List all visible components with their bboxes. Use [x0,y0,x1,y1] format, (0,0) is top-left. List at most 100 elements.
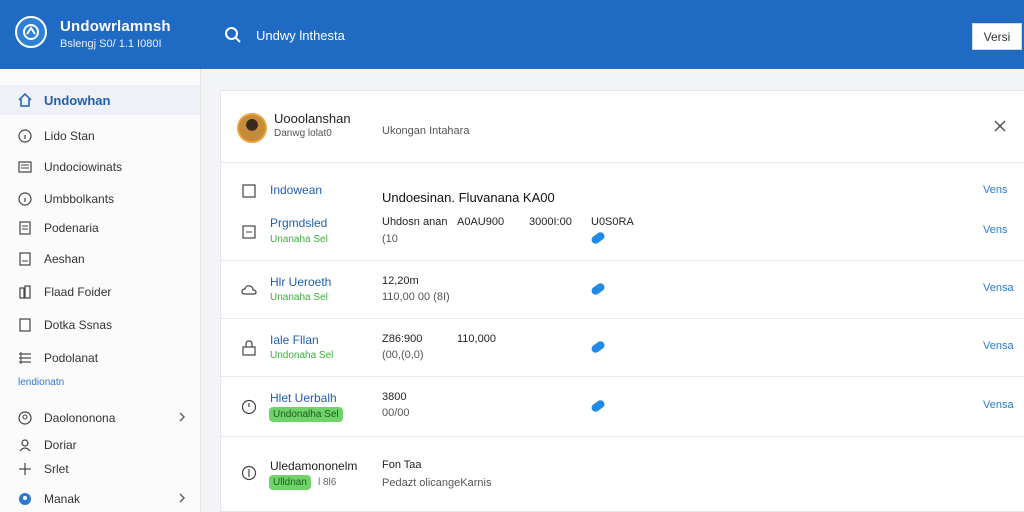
row-name[interactable]: Iale Fllan [270,333,319,347]
chevron-right-icon[interactable] [178,492,186,504]
sidebar-item-label: Flaad Foider [44,285,112,299]
info-icon [18,129,32,143]
table-row[interactable]: Prgmdsled Unanaha Sel Uhdosn anan A0AU90… [221,208,1024,261]
avatar[interactable] [237,113,267,143]
lock-icon [242,340,256,356]
view-link[interactable]: Vensa [983,399,1014,411]
row-tag: Unanaha Sel [270,234,328,245]
status-dot-icon [589,230,607,246]
list-header-row: Indowean Undoesinan. Fluvanana KA00 Vens [221,164,1024,208]
grid-icon [19,352,31,364]
row-subvalue: Pedazt olicangeKarnis [382,477,492,489]
row-name[interactable]: Hlet Uerbalh [270,391,337,405]
app-subtitle: Bslengj S0/ 1.1 I080I [60,38,162,50]
sidebar-item-5[interactable]: Aeshan [0,244,200,274]
row-tag: Undonalha Sel [269,407,343,422]
row-subvalue: 00/00 [382,407,410,419]
table-row[interactable]: Iale Fllan Undonaha Sel Z86:900 110,000 … [221,319,1024,377]
people-icon [18,411,32,425]
document-icon [19,221,31,235]
move-icon [19,463,31,475]
chevron-right-icon[interactable] [178,411,186,423]
row-subvalue: (00,(0,0) [382,349,424,361]
sidebar-section-label: lendionatn [18,377,65,388]
sidebar-item-label: Daolononona [44,411,116,425]
row-value: Uhdosn anan [382,216,448,228]
row-value: U0S0RA [591,216,634,228]
row-name[interactable]: Prgmdsled [270,216,327,230]
sidebar-item-2[interactable]: Undociowinats [0,152,200,182]
sidebar-item-9[interactable]: Daolononona [0,403,200,433]
list-icon [18,161,32,173]
sidebar-item-12[interactable]: Manak [0,484,200,512]
table-row[interactable]: Hlet Uerbalh Undonalha Sel 3800 00/00 Ve… [221,377,1024,437]
sidebar-item-11[interactable]: Srlet [0,454,200,484]
sidebar-item-label: Undowhan [44,92,111,108]
search-input[interactable]: Undwy lnthesta [256,28,345,43]
sidebar-item-label: Lido Stan [44,129,95,143]
row-name[interactable]: Hlr Ueroeth [270,275,331,289]
square-icon [19,318,31,332]
row-value: 3000I:00 [529,216,572,228]
detail-panel: Uooolanshan Danwg lolat0 Ukongan Intahar… [220,90,1024,512]
view-link[interactable]: Vensa [983,282,1014,294]
app-header: Undowrlamnsh Bslengj S0/ 1.1 I080I Undwy… [0,0,1024,69]
row-extra: l 8l6 [318,477,337,488]
cloud-icon [241,285,257,295]
app-logo-icon[interactable] [15,16,47,48]
view-link[interactable]: Vensa [983,340,1014,352]
status-dot-icon [589,339,607,355]
list-header-name[interactable]: Indowean [270,183,322,197]
sidebar-item-label: Undociowinats [44,160,123,174]
row-value: 12,20m [382,275,419,287]
clock-icon [241,399,257,415]
list-header-title: Undoesinan. Fluvanana KA00 [382,190,555,205]
sidebar-item-7[interactable]: Dotka Ssnas [0,310,200,340]
row-name[interactable]: Uledamononelm [270,459,357,473]
person-icon [19,439,31,452]
sidebar-item-label: Aeshan [44,252,85,266]
view-link[interactable]: Vens [983,184,1007,196]
user-meta: Ukongan Intahara [382,125,470,137]
building-icon [19,285,31,299]
view-link[interactable]: Vens [983,224,1007,236]
sidebar-item-home[interactable]: Undowhan [0,85,200,115]
sidebar-item-label: Podolanat [44,351,99,365]
row-value: Z86:900 [382,333,423,345]
sidebar-item-label: Umbbolkants [44,192,115,206]
document-icon [19,252,31,266]
search-icon[interactable] [224,26,242,49]
sidebar-item-4[interactable]: Podenaria [0,213,200,243]
sidebar-item-label: Manak [44,492,81,506]
sidebar-item-label: Doriar [44,438,77,452]
table-row[interactable]: Hlr Ueroeth Unanaha Sel 12,20m 110,00 00… [221,261,1024,319]
sidebar-item-8[interactable]: Podolanat [0,343,200,373]
status-dot-icon [589,398,607,414]
sidebar-item-6[interactable]: Flaad Foider [0,277,200,307]
table-row[interactable]: Uledamononelm Ulldnan l 8l6 Fon Taa Peda… [221,437,1024,512]
home-icon [18,93,32,107]
row-tag: Undonaha Sel [270,350,334,361]
close-icon[interactable] [993,119,1007,133]
row-subvalue: 110,00 00 (8I) [382,291,450,303]
square-icon [242,225,256,239]
row-value: 110,000 [457,333,496,345]
location-icon [19,493,31,505]
user-name: Uooolanshan [274,111,351,126]
status-dot-icon [589,281,607,297]
row-tag: Unanaha Sel [270,292,328,303]
row-subvalue: (10 [382,233,398,245]
info-icon [18,192,32,206]
row-value: Fon Taa [382,459,422,471]
sidebar-item-label: Dotka Ssnas [44,318,113,332]
row-value: A0AU900 [457,216,505,228]
sidebar-item-3[interactable]: Umbbolkants [0,184,200,214]
app-title: Undowrlamnsh [60,18,171,35]
sidebar-item-1[interactable]: Lido Stan [0,121,200,151]
version-button[interactable]: Versi [972,23,1022,50]
row-value: 3800 [382,391,407,403]
panel-header: Uooolanshan Danwg lolat0 Ukongan Intahar… [221,91,1024,163]
square-icon [242,184,256,198]
sidebar-item-label: Podenaria [44,221,99,235]
user-subtitle: Danwg lolat0 [274,128,332,139]
